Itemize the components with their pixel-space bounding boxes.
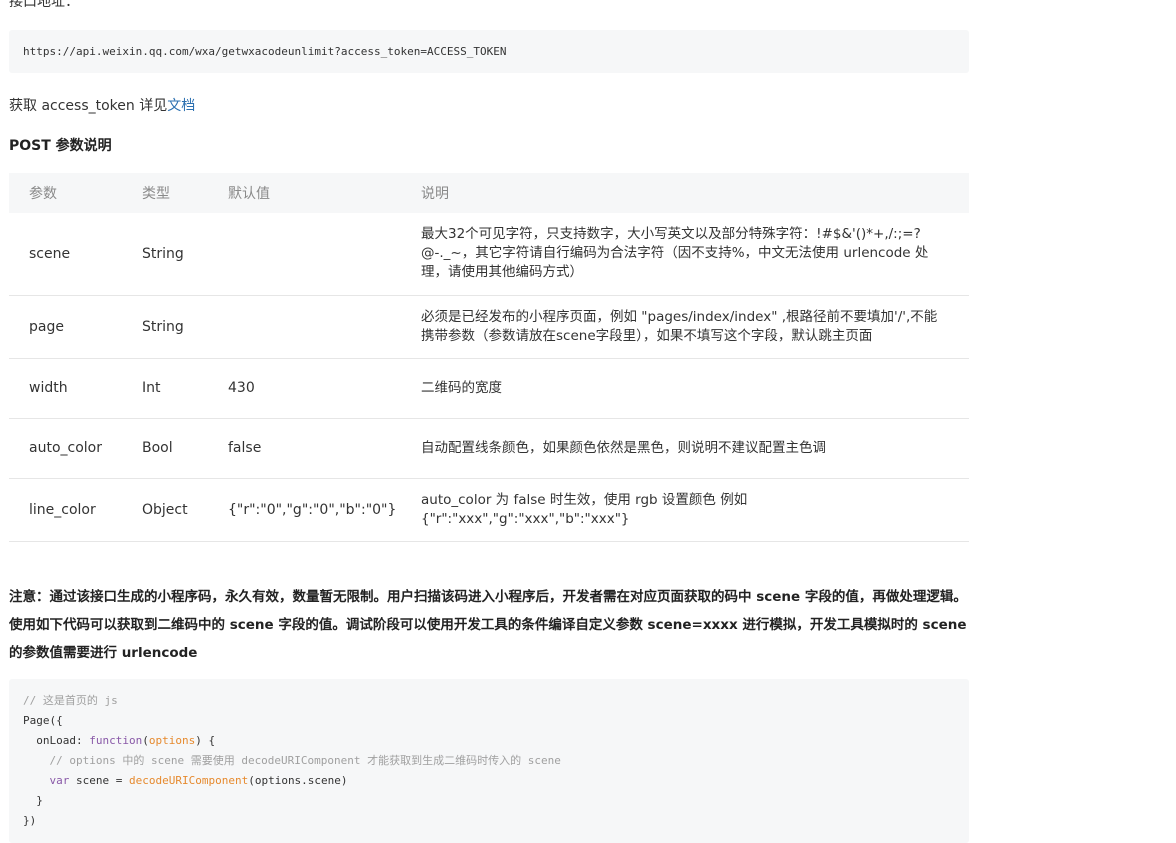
- param-name: line_color: [9, 478, 142, 542]
- code-line-close-brace: }: [23, 794, 43, 807]
- post-params-title: POST 参数说明: [9, 138, 112, 154]
- header-desc: 说明: [421, 173, 969, 213]
- code-call-args: (options.scene): [248, 774, 348, 787]
- param-name: scene: [9, 213, 142, 296]
- param-desc: 自动配置线条颜色，如果颜色依然是黑色，则说明不建议配置主色调: [421, 418, 969, 479]
- token-text: 获取 access_token 详见: [9, 98, 168, 114]
- param-desc: 二维码的宽度: [421, 358, 969, 419]
- code-line-comment: // 这是首页的 js: [23, 694, 118, 707]
- code-paren-open: (: [142, 734, 149, 747]
- param-type: String: [142, 295, 228, 359]
- param-type: Bool: [142, 418, 228, 479]
- param-default: [228, 295, 421, 359]
- param-desc: 最大32个可见字符，只支持数字，大小写英文以及部分特殊字符：!#$&'()*+,…: [421, 213, 969, 296]
- param-desc: auto_color 为 false 时生效，使用 rgb 设置颜色 例如 {"…: [421, 478, 969, 542]
- api-url: https://api.weixin.qq.com/wxa/getwxacode…: [23, 45, 507, 58]
- params-table: 参数 类型 默认值 说明 scene String 最大32个可见字符，只支持数…: [9, 173, 969, 542]
- code-function-keyword: function: [89, 734, 143, 747]
- param-name: page: [9, 295, 142, 359]
- header-default: 默认值: [228, 173, 421, 213]
- param-default: [228, 213, 421, 296]
- code-line-onload: onLoad: function(options) {: [9, 731, 969, 751]
- code-line-var: var scene = decodeURIComponent(options.s…: [9, 771, 969, 791]
- table-row: page String 必须是已经发布的小程序页面，例如 "pages/inde…: [9, 295, 969, 359]
- param-default: {"r":"0","g":"0","b":"0"}: [228, 478, 421, 542]
- param-default: 430: [228, 358, 421, 419]
- code-line-page: Page({: [23, 714, 63, 727]
- header-param: 参数: [9, 173, 142, 213]
- table-row: auto_color Bool false 自动配置线条颜色，如果颜色依然是黑色…: [9, 418, 969, 479]
- table-header-row: 参数 类型 默认值 说明: [9, 173, 969, 213]
- param-name: width: [9, 358, 142, 419]
- code-options-param: options: [148, 734, 196, 747]
- param-type: Int: [142, 358, 228, 419]
- code-decode-func: decodeURIComponent: [128, 774, 249, 787]
- table-row: scene String 最大32个可见字符，只支持数字，大小写英文以及部分特殊…: [9, 213, 969, 296]
- code-assign: scene =: [69, 774, 129, 787]
- api-url-box: https://api.weixin.qq.com/wxa/getwxacode…: [9, 30, 969, 73]
- table-row: line_color Object {"r":"0","g":"0","b":"…: [9, 478, 969, 542]
- param-default: false: [228, 418, 421, 479]
- param-type: String: [142, 213, 228, 296]
- doc-link[interactable]: 文档: [167, 98, 195, 114]
- code-var-keyword: var: [49, 774, 70, 787]
- code-line-comment-2: // options 中的 scene 需要使用 decodeURICompon…: [23, 754, 561, 767]
- param-name: auto_color: [9, 418, 142, 479]
- table-row: width Int 430 二维码的宽度: [9, 358, 969, 419]
- param-type: Object: [142, 478, 228, 542]
- note-paragraph: 注意：通过该接口生成的小程序码，永久有效，数量暂无限制。用户扫描该码进入小程序后…: [9, 589, 967, 661]
- code-line-close-page: }): [23, 814, 37, 827]
- code-block: // 这是首页的 js Page({ onLoad: function(opti…: [9, 679, 969, 843]
- header-type: 类型: [142, 173, 228, 213]
- code-onload-prop: onLoad:: [23, 734, 90, 747]
- api-address-label: 接口地址：: [9, 0, 79, 10]
- code-paren-close: ) {: [195, 734, 216, 747]
- param-desc: 必须是已经发布的小程序页面，例如 "pages/index/index" ,根路…: [421, 295, 969, 359]
- token-line: 获取 access_token 详见文档: [9, 95, 195, 115]
